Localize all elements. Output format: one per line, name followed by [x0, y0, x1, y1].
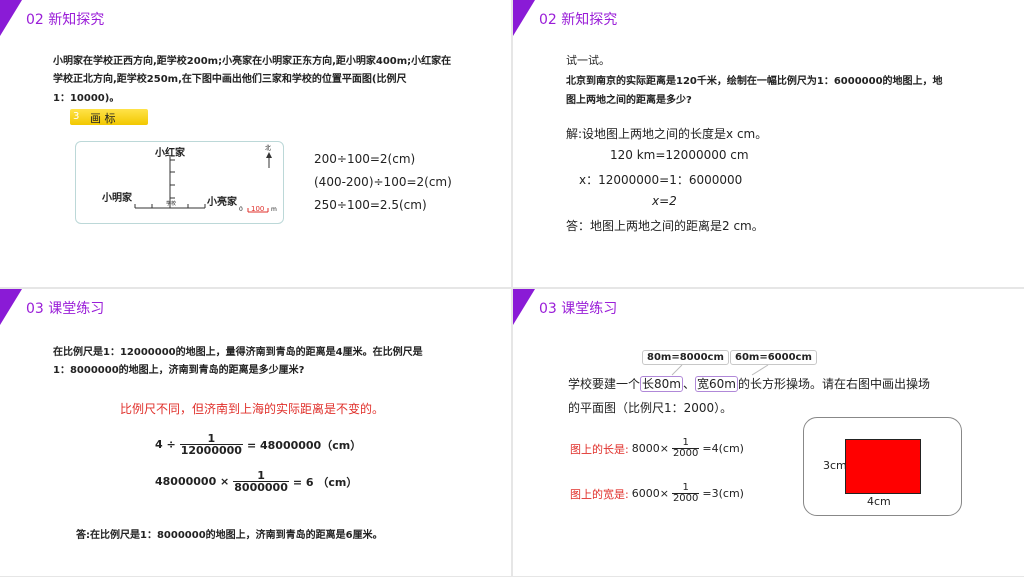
slide-playground: 03 课堂练习 80m=8000cm 60m=6000cm 学校要建一个 长80m…	[513, 289, 1024, 576]
equation-2-rhs: = 6 （cm）	[292, 475, 358, 489]
xiaoliang-home-label: 小亮家	[207, 197, 237, 208]
equation-1-lhs: 4 ÷	[155, 438, 176, 451]
length-rhs: =4(cm)	[702, 442, 744, 455]
length-denominator: 2000	[671, 448, 700, 459]
equation-2: 48000000 × 1 8000000 = 6 （cm）	[155, 470, 357, 493]
equation-2-lhs: 48000000 ×	[155, 475, 230, 488]
problem-line-2: 的平面图（比例尺1：2000）。	[568, 401, 733, 415]
section-triangle	[513, 0, 535, 36]
slide-beijing-nanjing: 02 新知探究 试一试。 北京到南京的实际距离是120千米，绘制在一幅比例尺为1…	[513, 0, 1024, 287]
try-label: 试一试。	[566, 54, 610, 67]
problem-line-1: 学校要建一个 长80m、宽60m 的长方形操场。请在右图中画出操场	[568, 375, 930, 392]
step-label: 画 标	[90, 112, 116, 125]
length-label: 图上的长是:	[570, 442, 629, 456]
section-title: 02 新知探究	[539, 12, 618, 28]
length-numerator: 1	[682, 437, 689, 448]
width-rhs: =3(cm)	[702, 487, 744, 500]
problem-line-2: 1：8000000的地图上，济南到青岛的距离是多少厘米?	[53, 365, 305, 376]
width-denominator: 2000	[671, 493, 700, 504]
xiaoming-home-label: 小明家	[102, 193, 132, 204]
length-fraction: 1 2000	[671, 437, 700, 459]
width-calculation: 图上的宽是: 6000× 1 2000 =3(cm)	[570, 483, 744, 504]
scale-zero-label: 0	[239, 206, 243, 213]
map-panel: 小红家 小明家 小亮家 学校 北 0 100 m	[75, 141, 284, 224]
equation-1-fraction: 1 12000000	[179, 432, 243, 457]
problem-line-1: 北京到南京的实际距离是120千米，绘制在一幅比例尺为1：6000000的地图上，…	[566, 76, 943, 87]
section-triangle	[513, 289, 535, 325]
drawing-panel: 3cm 4cm	[803, 417, 962, 516]
equation-2-numerator: 1	[257, 469, 265, 482]
scale-unit-label: m	[271, 206, 277, 213]
length-calculation: 图上的长是: 8000× 1 2000 =4(cm)	[570, 438, 744, 459]
width-label: 图上的宽是:	[570, 487, 629, 501]
slide-map-drawing: 02 新知探究 小明家在学校正西方向,距学校200m;小亮家在小明家正东方向,距…	[0, 0, 511, 287]
calc-line-2: (400-200)÷100=2(cm)	[314, 175, 452, 189]
answer-line: 答：地图上两地之间的距离是2 cm。	[566, 219, 764, 233]
xiaohong-home-label: 小红家	[155, 148, 185, 159]
calc-line-1: 200÷100=2(cm)	[314, 152, 416, 166]
width-fraction: 1 2000	[671, 482, 700, 504]
section-title: 03 课堂练习	[539, 301, 618, 317]
problem-line-2: 学校正北方向,距学校250m,在下图中画出他们三家和学校的位置平面图(比例尺	[53, 74, 407, 85]
highlight-length: 长80m	[640, 376, 683, 392]
step-badge: 3 画 标	[70, 109, 148, 125]
equation-1: 4 ÷ 1 12000000 = 48000000（cm）	[155, 433, 361, 456]
highlight-width: 宽60m	[695, 376, 738, 392]
playground-rectangle	[845, 439, 921, 494]
rect-height-label: 3cm	[823, 459, 847, 472]
problem-line-2: 图上两地之间的距离是多少?	[566, 95, 692, 106]
width-lhs: 6000×	[631, 487, 669, 500]
solution-line-4: x=2	[652, 194, 677, 208]
equation-1-numerator: 1	[207, 432, 216, 445]
note-text: 比例尺不同，但济南到上海的实际距离是不变的。	[120, 402, 385, 416]
length-lhs: 8000×	[631, 442, 669, 455]
problem-line-1: 在比例尺是1：12000000的地图上，量得济南到青岛的距离是4厘米。在比例尺是	[53, 347, 423, 358]
problem-text-b: 、	[682, 377, 695, 391]
section-title: 03 课堂练习	[26, 301, 105, 317]
section-triangle	[0, 289, 22, 325]
rect-width-label: 4cm	[867, 495, 891, 508]
section-triangle	[0, 0, 22, 36]
width-numerator: 1	[682, 482, 689, 493]
equation-2-denominator: 8000000	[233, 481, 289, 494]
solution-line-3: x：12000000=1：6000000	[579, 173, 743, 187]
slide-jinan-qingdao: 03 课堂练习 在比例尺是1：12000000的地图上，量得济南到青岛的距离是4…	[0, 289, 511, 576]
solution-line-1: 解:设地图上两地之间的长度是x cm。	[566, 127, 768, 141]
north-label: 北	[265, 145, 272, 152]
problem-text-c: 的长方形操场。请在右图中画出操场	[737, 377, 930, 391]
problem-line-1: 小明家在学校正西方向,距学校200m;小亮家在小明家正东方向,距小明家400m;…	[53, 56, 452, 67]
section-title: 02 新知探究	[26, 12, 105, 28]
step-number: 3	[73, 111, 80, 122]
problem-line-3: 1：10000)。	[53, 93, 120, 104]
problem-text-a: 学校要建一个	[568, 377, 641, 391]
calc-line-3: 250÷100=2.5(cm)	[314, 198, 427, 212]
answer-line: 答:在比例尺是1：8000000的地图上，济南到青岛的距离是6厘米。	[76, 530, 383, 541]
equation-1-denominator: 12000000	[179, 444, 243, 457]
scale-value-label: 100	[251, 205, 265, 213]
equation-2-fraction: 1 8000000	[233, 470, 289, 493]
solution-line-2: 120 km=12000000 cm	[610, 148, 749, 162]
school-label: 学校	[166, 201, 177, 207]
equation-1-rhs: = 48000000（cm）	[246, 438, 362, 452]
